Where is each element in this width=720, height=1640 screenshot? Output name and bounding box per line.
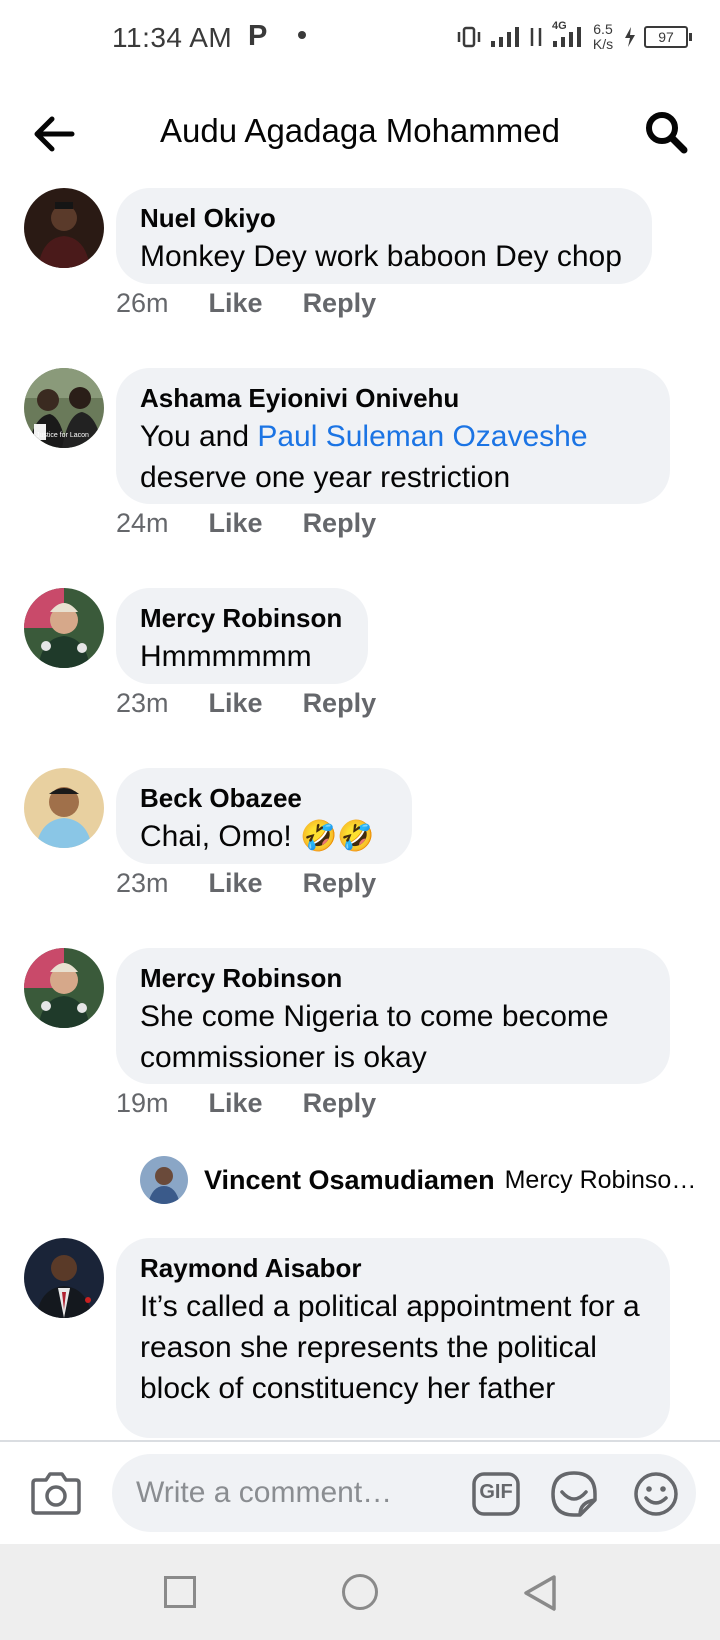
like-button[interactable]: Like <box>209 1088 263 1119</box>
like-button[interactable]: Like <box>209 688 263 719</box>
home-icon[interactable] <box>342 1574 378 1610</box>
comment-text: Monkey Dey work baboon Dey chop <box>140 240 622 273</box>
search-button[interactable] <box>642 108 690 156</box>
comment-time: 23m <box>116 688 169 718</box>
sticker-icon <box>551 1471 597 1517</box>
comment-input[interactable] <box>112 1454 696 1532</box>
comment-text: Hmmmmmm <box>140 640 312 673</box>
status-time: 11:34 AM <box>112 22 233 53</box>
signal-4g: 4G <box>552 20 582 48</box>
avatar[interactable] <box>24 188 104 268</box>
charging-icon <box>625 27 635 47</box>
parking-icon: P <box>248 20 268 52</box>
page-title: Audu Agadaga Mohammed <box>160 112 560 149</box>
comment-actions: 23m Like Reply <box>116 688 376 719</box>
comment-time: 24m <box>116 508 169 538</box>
battery-icon: 97 <box>644 26 692 48</box>
network-speed-value: 6.5 <box>593 21 613 37</box>
avatar[interactable] <box>24 588 104 668</box>
reply-button[interactable]: Reply <box>303 508 377 539</box>
mention-link[interactable]: Paul Suleman Ozaveshe <box>257 420 587 453</box>
comment-bubble[interactable]: Nuel Okiyo Monkey Dey work baboon Dey ch… <box>116 188 652 284</box>
reply-button[interactable]: Reply <box>303 288 377 319</box>
comment-text: She come Nigeria to come become commissi… <box>140 1000 609 1074</box>
comment-text-after: deserve one year restriction <box>140 461 511 494</box>
comment-text: Chai, Omo! 🤣🤣 <box>140 820 375 853</box>
comment-bubble[interactable]: Ashama Eyionivi Onivehu You and Paul Sul… <box>116 368 670 504</box>
comment-time: 19m <box>116 1088 169 1118</box>
comment-bubble[interactable]: Beck Obazee Chai, Omo! 🤣🤣 <box>116 768 412 864</box>
like-button[interactable]: Like <box>209 508 263 539</box>
avatar-caption: Justice for Lacon <box>36 432 89 439</box>
avatar[interactable]: Justice for Lacon <box>24 368 104 448</box>
comment-time: 26m <box>116 288 169 318</box>
avatar[interactable] <box>24 948 104 1028</box>
comment-bubble[interactable]: Mercy Robinson Hmmmmmm <box>116 588 368 684</box>
vibrate-icon <box>457 26 481 48</box>
search-icon <box>646 112 688 154</box>
camera-icon <box>31 1472 81 1515</box>
recent-apps-icon[interactable] <box>164 1576 196 1608</box>
sticker-button[interactable] <box>550 1470 598 1518</box>
status-icons: 4G 6.5 K/s 97 <box>456 20 692 52</box>
gif-label: GIF <box>479 1481 513 1503</box>
comment-composer: GIF <box>0 1440 720 1546</box>
comment-actions: 23m Like Reply <box>116 868 376 899</box>
comment-actions: 26m Like Reply <box>116 288 376 319</box>
network-speed-unit: K/s <box>592 36 614 52</box>
comment-text-before: You and <box>140 420 258 453</box>
emoji-icon <box>634 1472 678 1516</box>
reply-author[interactable]: Vincent Osamudiamen <box>204 1165 495 1196</box>
notification-dot-icon <box>298 31 306 39</box>
avatar[interactable] <box>24 768 104 848</box>
camera-button[interactable] <box>30 1470 82 1516</box>
comment-author[interactable]: Mercy Robinson <box>140 602 344 634</box>
reply-preview[interactable]: Vincent Osamudiamen Mercy Robinso… <box>140 1156 700 1204</box>
comment-bubble[interactable]: Raymond Aisabor It’s called a political … <box>116 1238 670 1438</box>
comment-time: 23m <box>116 868 169 898</box>
network-speed: 6.5 K/s <box>590 22 616 52</box>
comment-author[interactable]: Mercy Robinson <box>140 962 646 994</box>
reply-snippet: Mercy Robinso… <box>504 1165 697 1194</box>
comment-author[interactable]: Nuel Okiyo <box>140 202 628 234</box>
signal-icon <box>491 27 519 47</box>
gif-button[interactable]: GIF <box>472 1472 520 1516</box>
comment-actions: 19m Like Reply <box>116 1088 376 1119</box>
reply-button[interactable]: Reply <box>303 868 377 899</box>
comment-actions: 24m Like Reply <box>116 508 376 539</box>
like-button[interactable]: Like <box>209 868 263 899</box>
emoji-button[interactable] <box>632 1470 680 1518</box>
system-nav-bar <box>0 1544 720 1640</box>
network-type: 4G <box>552 20 567 32</box>
comment-author[interactable]: Beck Obazee <box>140 782 388 814</box>
avatar[interactable] <box>24 1238 104 1318</box>
avatar[interactable] <box>140 1156 188 1204</box>
comment-text: It’s called a political appointment for … <box>140 1290 640 1405</box>
comment-bubble[interactable]: Mercy Robinson She come Nigeria to come … <box>116 948 670 1084</box>
comment-text: You and Paul Suleman Ozaveshe deserve on… <box>140 416 646 498</box>
like-button[interactable]: Like <box>209 288 263 319</box>
data-arrows-icon <box>530 28 542 46</box>
comment-author[interactable]: Ashama Eyionivi Onivehu <box>140 382 646 414</box>
comments-list: Nuel Okiyo Monkey Dey work baboon Dey ch… <box>0 180 720 1440</box>
reply-button[interactable]: Reply <box>303 1088 377 1119</box>
status-bar: 11:34 AM P 4G 6.5 K/s 97 <box>0 0 720 84</box>
header: Audu Agadaga Mohammed <box>0 84 720 180</box>
reply-button[interactable]: Reply <box>303 688 377 719</box>
comment-author[interactable]: Raymond Aisabor <box>140 1252 646 1284</box>
nav-back-icon[interactable] <box>522 1574 558 1612</box>
